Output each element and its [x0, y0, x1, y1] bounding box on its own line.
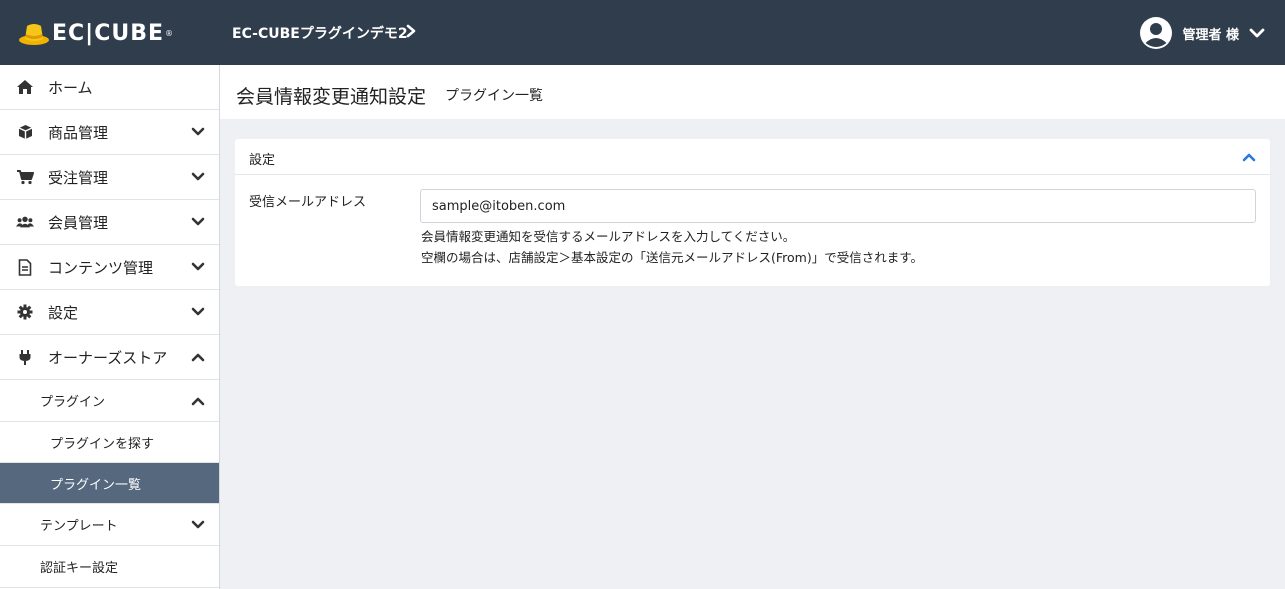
chevron-right-icon[interactable]: [404, 24, 418, 38]
top-header: EC|CUBE ® EC-CUBEプラグインデモ2 管理者 様: [0, 0, 1285, 65]
sidebar-item-label: 設定: [48, 303, 79, 322]
sidebar-item-orders[interactable]: 受注管理: [0, 155, 219, 200]
chevron-up-icon: [191, 397, 205, 406]
user-name: 管理者 様: [1182, 27, 1239, 43]
page-header: 会員情報変更通知設定 プラグイン一覧: [220, 65, 1285, 119]
sidebar-item-home[interactable]: ホーム: [0, 65, 219, 110]
user-menu[interactable]: 管理者 様: [1140, 17, 1265, 49]
sidebar-item-label: 商品管理: [48, 123, 109, 142]
home-icon: [16, 78, 34, 96]
sidebar-item-label: 受注管理: [48, 168, 109, 187]
sidebar-item-settings[interactable]: 設定: [0, 290, 219, 335]
gear-icon: [16, 303, 34, 321]
chevron-down-icon: [191, 262, 205, 271]
logo-registered-mark: ®: [165, 28, 174, 38]
sidebar-subitem-plugin[interactable]: プラグイン: [0, 380, 219, 422]
sidebar-subitem-label: プラグイン一覧: [50, 477, 142, 493]
shop-name-link[interactable]: EC-CUBEプラグインデモ2: [232, 23, 408, 43]
users-icon: [16, 213, 34, 231]
chevron-down-icon: [191, 520, 205, 529]
email-field-label: 受信メールアドレス: [249, 195, 367, 210]
chevron-down-icon: [191, 217, 205, 226]
sidebar-item-label: オーナーズストア: [48, 348, 168, 367]
sidebar-item-products[interactable]: 商品管理: [0, 110, 219, 155]
card-title: 設定: [249, 153, 276, 168]
sidebar: ホーム 商品管理 受注管理 会員管理 コンテンツ管理 設定 オーナーズストア プ…: [0, 65, 220, 589]
box-icon: [16, 123, 34, 141]
sidebar-item-contents[interactable]: コンテンツ管理: [0, 245, 219, 290]
help-text-line1: 会員情報変更通知を受信するメールアドレスを入力してください。: [421, 229, 796, 244]
chevron-up-icon: [191, 353, 205, 362]
page-subtitle: プラグイン一覧: [445, 88, 543, 104]
hat-icon: [19, 24, 49, 45]
chevron-up-icon[interactable]: [1242, 151, 1256, 163]
chevron-down-icon: [191, 127, 205, 136]
ec-cube-logo[interactable]: EC|CUBE ®: [18, 20, 173, 46]
email-field[interactable]: [420, 189, 1256, 223]
sidebar-subitem-plugin-list[interactable]: プラグイン一覧: [0, 463, 219, 504]
sidebar-subitem-template[interactable]: テンプレート: [0, 504, 219, 546]
chevron-down-icon: [191, 307, 205, 316]
sidebar-item-owners-store[interactable]: オーナーズストア: [0, 335, 219, 380]
page-title: 会員情報変更通知設定: [236, 86, 427, 108]
sidebar-subitem-label: プラグインを探す: [50, 436, 155, 452]
chevron-down-icon: [191, 172, 205, 181]
sidebar-item-members[interactable]: 会員管理: [0, 200, 219, 245]
plug-icon: [16, 348, 34, 366]
sidebar-subitem-auth-key[interactable]: 認証キー設定: [0, 546, 219, 588]
sidebar-subitem-plugin-search[interactable]: プラグインを探す: [0, 422, 219, 463]
user-avatar-icon: [1140, 17, 1173, 49]
help-text-line2: 空欄の場合は、店舗設定＞基本設定の「送信元メールアドレス(From)」で受信され…: [421, 250, 923, 265]
sidebar-item-label: ホーム: [48, 78, 93, 97]
cart-icon: [16, 168, 34, 186]
file-icon: [16, 258, 34, 276]
card-header[interactable]: 設定: [235, 139, 1270, 175]
logo-text: EC|CUBE: [52, 20, 165, 46]
settings-card: 設定 受信メールアドレス 会員情報変更通知を受信するメールアドレスを入力してくだ…: [235, 139, 1270, 286]
chevron-down-icon: [1249, 28, 1265, 38]
sidebar-subitem-label: プラグイン: [40, 395, 106, 410]
sidebar-subitem-label: テンプレート: [40, 519, 118, 534]
sidebar-item-label: コンテンツ管理: [48, 258, 154, 277]
sidebar-subitem-label: 認証キー設定: [40, 561, 119, 576]
sidebar-item-label: 会員管理: [48, 213, 109, 232]
